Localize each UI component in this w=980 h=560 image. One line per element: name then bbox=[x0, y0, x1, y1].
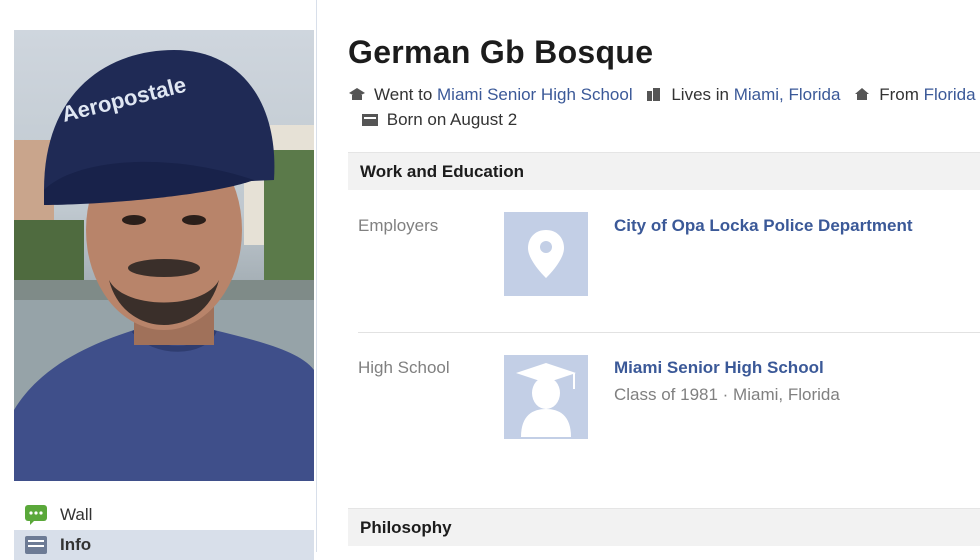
side-nav-info-label: Info bbox=[60, 535, 92, 554]
work-education-header: Work and Education bbox=[348, 152, 980, 190]
side-nav-wall-label: Wall bbox=[60, 505, 93, 524]
school-link[interactable]: Miami Senior High School bbox=[437, 85, 633, 104]
calendar-icon bbox=[361, 114, 378, 126]
school-icon bbox=[349, 88, 365, 100]
employer-link[interactable]: City of Opa Locka Police Department bbox=[614, 216, 913, 236]
side-nav-wall[interactable]: Wall bbox=[14, 500, 314, 530]
lives-prefix: Lives in bbox=[671, 85, 729, 104]
info-icon bbox=[24, 534, 48, 556]
employer-thumbnail[interactable] bbox=[504, 212, 588, 296]
school-detail: Class of 1981 · Miami, Florida bbox=[614, 385, 840, 404]
divider bbox=[358, 332, 980, 333]
wall-icon bbox=[24, 504, 48, 526]
home-icon bbox=[855, 88, 870, 100]
profile-photo[interactable]: Aeropostale bbox=[14, 30, 314, 481]
city-icon bbox=[647, 88, 661, 101]
graduate-icon bbox=[516, 363, 576, 437]
main-content: German Gb Bosque Went to Miami Senior Hi… bbox=[348, 0, 980, 552]
map-pin-icon bbox=[528, 230, 564, 278]
left-column: Aeropostale Wall Info bbox=[0, 0, 317, 560]
high-school-label: High School bbox=[358, 358, 450, 377]
side-navigation: Wall Info bbox=[14, 500, 314, 560]
employers-label: Employers bbox=[358, 216, 439, 235]
philosophy-header: Philosophy bbox=[348, 508, 980, 546]
profile-photo-illustration: Aeropostale bbox=[14, 50, 314, 481]
school-name-link[interactable]: Miami Senior High School bbox=[614, 358, 824, 378]
born-text: Born on August 2 bbox=[386, 110, 518, 129]
school-thumbnail[interactable] bbox=[504, 355, 588, 439]
profile-meta: Went to Miami Senior High School Lives i… bbox=[348, 82, 980, 132]
side-nav-info[interactable]: Info bbox=[14, 530, 314, 560]
lives-link[interactable]: Miami, Florida bbox=[734, 85, 841, 104]
went-to-prefix: Went to bbox=[374, 85, 433, 104]
profile-name: German Gb Bosque bbox=[348, 34, 654, 70]
from-link[interactable]: Florida bbox=[924, 85, 976, 104]
from-prefix: From bbox=[879, 85, 919, 104]
